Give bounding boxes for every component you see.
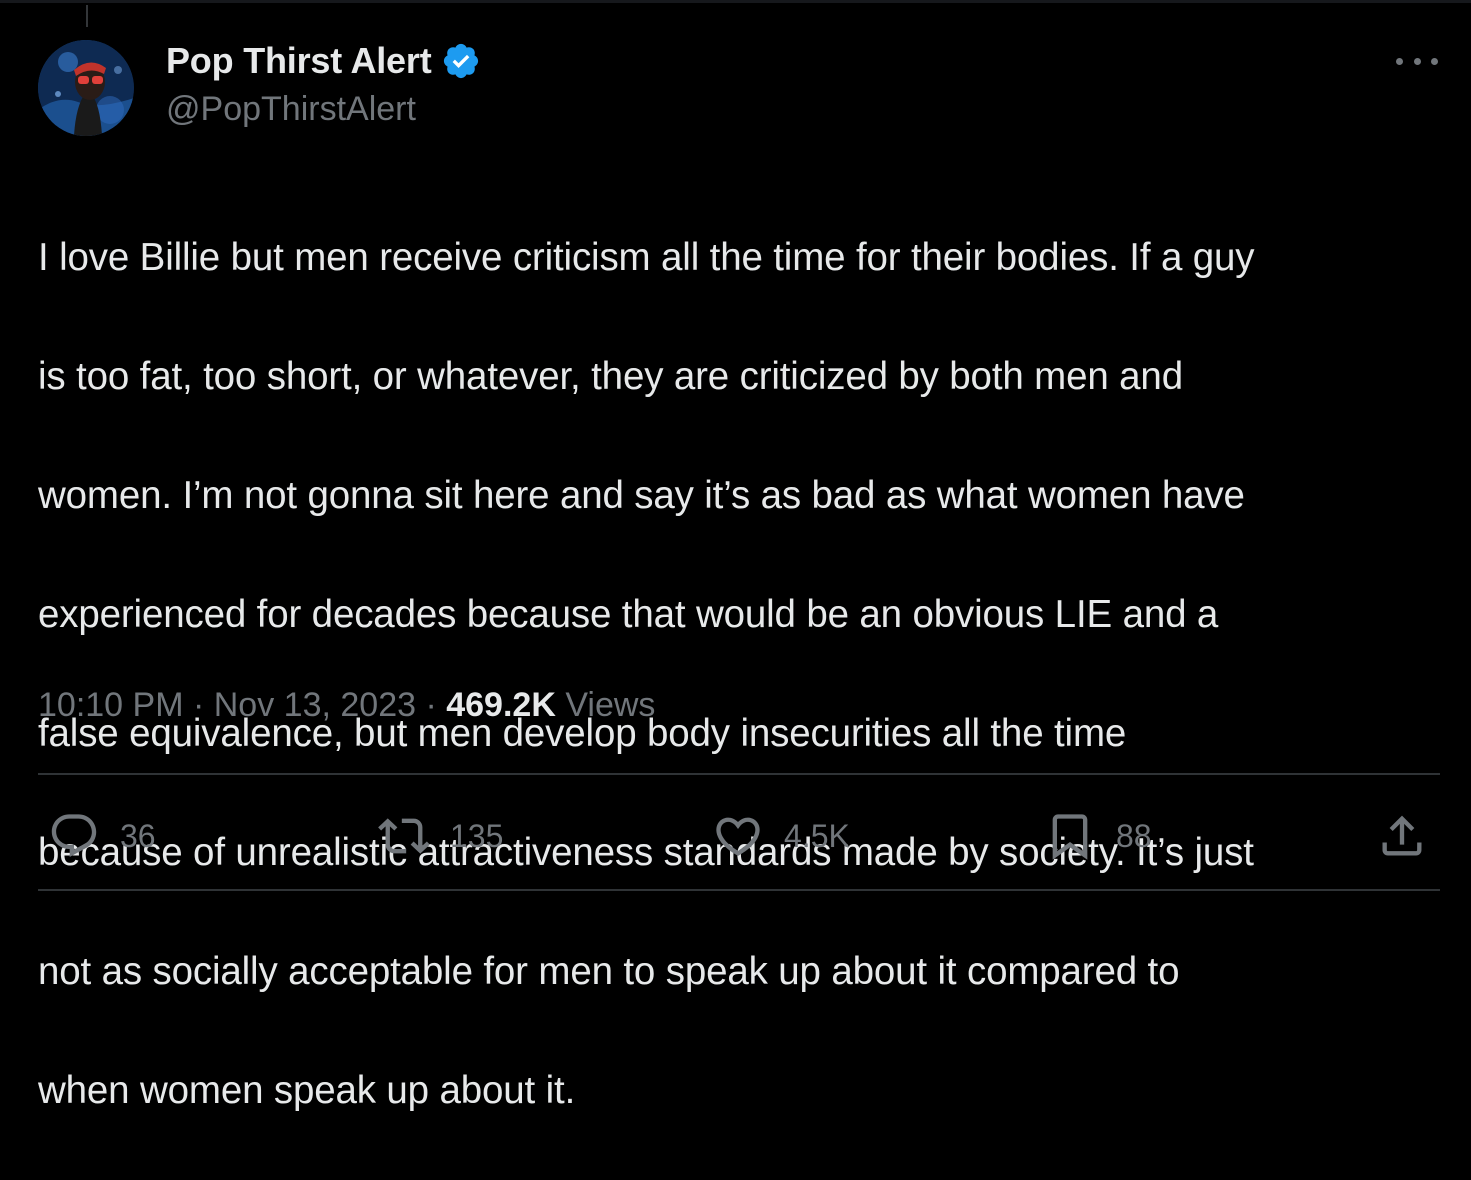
verified-badge-icon [441,41,481,81]
tweet-text-line: is too fat, too short, or whatever, they… [38,354,1183,398]
bookmark-count: 88 [1116,817,1152,854]
tweet-text-line: not as socially acceptable for men to sp… [38,949,1180,993]
retweet-icon [378,818,430,854]
like-button[interactable]: 4.5K [712,790,850,882]
reply-count: 36 [120,817,156,854]
like-count: 4.5K [784,817,850,854]
meta-separator: · [416,686,447,724]
author-name-row[interactable]: Pop Thirst Alert [166,38,481,84]
top-border [0,0,1471,3]
reply-icon [51,814,97,858]
bookmark-icon [1052,814,1088,860]
tweet-text: I love Billie but men receive criticism … [38,168,1448,1180]
views-count[interactable]: 469.2K [446,686,556,725]
divider-bottom [38,889,1440,891]
divider-top [38,773,1440,775]
author-handle[interactable]: @PopThirstAlert [166,90,416,129]
thread-connector-line [86,5,88,27]
tweet-time[interactable]: 10:10 PM [38,686,184,725]
tweet-meta: 10:10 PM · Nov 13, 2023 · 469.2K Views [38,686,655,725]
bookmark-button[interactable]: 88 [1044,790,1152,882]
author-display-name[interactable]: Pop Thirst Alert [166,40,432,82]
meta-separator: · [183,686,214,724]
share-icon [1382,815,1422,856]
tweet-date[interactable]: Nov 13, 2023 [214,686,416,725]
share-button[interactable] [1376,790,1428,882]
more-dot [1396,57,1403,65]
tweet-text-line: when women speak up about it. [38,1068,576,1112]
retweet-button[interactable]: 135 [378,790,503,882]
tweet-text-line: women. I’m not gonna sit here and say it… [38,473,1245,517]
tweet-text-line: experienced for decades because that wou… [38,592,1219,636]
tweet-text-line: I love Billie but men receive criticism … [38,235,1255,279]
views-label: Views [555,686,656,724]
more-options-icon[interactable] [1396,48,1438,74]
retweet-count: 135 [450,817,504,854]
heart-icon [716,817,760,856]
more-dot [1413,57,1421,65]
avatar[interactable] [38,40,134,136]
action-bar: 36 135 4.5K 88 [38,790,1440,882]
reply-button[interactable]: 36 [48,790,156,882]
more-dot [1431,57,1438,65]
